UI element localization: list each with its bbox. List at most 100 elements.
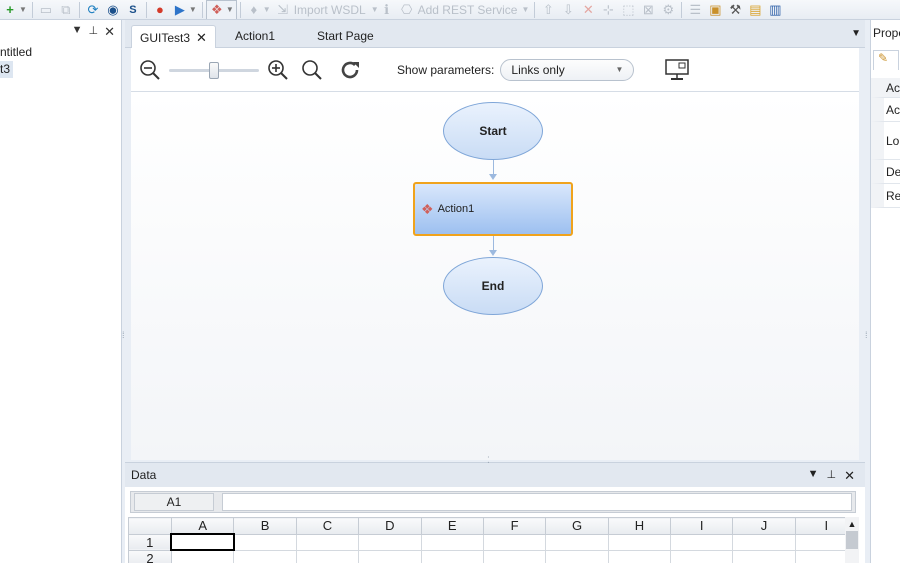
column-header[interactable]: C — [295, 517, 360, 535]
grid-cell[interactable] — [607, 533, 672, 551]
column-header[interactable]: H — [607, 517, 672, 535]
tab-action1[interactable]: Action1 — [227, 25, 283, 48]
refresh-canvas-button[interactable] — [337, 57, 363, 83]
grid-cell[interactable] — [295, 533, 360, 551]
panel-menu-icon[interactable]: ▼ — [72, 24, 83, 40]
panel-menu-icon[interactable]: ▼ — [808, 468, 819, 484]
grid-cell[interactable] — [170, 549, 235, 563]
scroll-thumb[interactable] — [846, 531, 858, 549]
tree-item-solution[interactable]: ntitled — [0, 44, 32, 61]
solution-tree: ntitled t3 — [0, 44, 32, 78]
grid-cell[interactable] — [358, 533, 422, 551]
settings-button[interactable]: ⚙ — [658, 0, 678, 19]
import-options-button[interactable]: ▼ ℹ — [368, 0, 397, 19]
object-repository-button[interactable]: ▣ — [705, 0, 725, 19]
start-node[interactable]: Start — [443, 102, 543, 160]
action-node[interactable]: ❖ Action1 — [413, 182, 573, 236]
scroll-up-icon[interactable]: ▲ — [845, 517, 859, 531]
copy-button[interactable]: ⧉ — [56, 0, 76, 19]
object-spy-button[interactable]: ◉ — [103, 0, 123, 19]
select-button[interactable]: ⬚ — [618, 0, 638, 19]
grid-cell[interactable] — [482, 549, 547, 563]
tools-button[interactable]: ⚒ — [725, 0, 745, 19]
monitor-button[interactable] — [664, 57, 690, 83]
book-button[interactable]: ▥ — [765, 0, 785, 19]
row-header[interactable]: 2 — [128, 549, 172, 563]
column-header[interactable]: B — [233, 517, 297, 535]
move-up-button[interactable]: ⇧ — [538, 0, 558, 19]
grid-cell[interactable] — [670, 549, 734, 563]
grid-cell[interactable] — [233, 549, 297, 563]
close-icon[interactable]: ✕ — [844, 468, 855, 484]
grid-cell[interactable] — [732, 533, 796, 551]
sync-button[interactable]: S — [123, 0, 143, 19]
tab-start-page[interactable]: Start Page — [309, 25, 382, 48]
properties-tab-icon[interactable]: ✎ — [873, 50, 899, 70]
add-action-button[interactable]: ❖ ▼ — [205, 0, 237, 19]
zoom-slider[interactable] — [169, 60, 259, 80]
zoom-in-button[interactable] — [265, 57, 291, 83]
transform-icon: ⊠ — [642, 1, 654, 17]
close-icon[interactable]: ✕ — [104, 24, 115, 40]
add-rest-service-button[interactable]: ⎔ Add REST Service ▼ — [397, 0, 532, 19]
close-icon[interactable]: ✕ — [196, 30, 207, 45]
formula-input[interactable] — [222, 493, 852, 511]
column-header[interactable]: I — [670, 517, 734, 535]
grid-corner[interactable] — [128, 517, 172, 535]
grid-cell[interactable] — [732, 549, 796, 563]
refresh-button[interactable]: ⟳ — [83, 0, 103, 19]
grid-cell[interactable] — [233, 533, 297, 551]
grid-cell[interactable] — [482, 533, 547, 551]
tabs-menu-icon[interactable]: ▼ — [851, 28, 861, 39]
import-wsdl-button[interactable]: ⇲ Import WSDL — [273, 0, 368, 19]
properties-grid: Ac Ac Lo De Re — [871, 78, 900, 208]
run-button[interactable]: ▶ ▼ — [170, 0, 199, 19]
pin-icon[interactable]: ⊥ — [89, 24, 99, 40]
grid-cell[interactable] — [295, 549, 360, 563]
property-row[interactable]: Lo — [871, 122, 900, 160]
column-header[interactable]: G — [545, 517, 609, 535]
folder-button[interactable]: ▤ — [745, 0, 765, 19]
column-header[interactable]: D — [358, 517, 422, 535]
property-row[interactable]: Ac — [871, 98, 900, 122]
new-button[interactable]: + ▼ — [0, 0, 29, 19]
grid-cell-active[interactable] — [170, 533, 235, 551]
cell-reference[interactable]: A1 — [134, 493, 214, 511]
zoom-out-button[interactable] — [137, 57, 163, 83]
tab-guitest3[interactable]: GUITest3 ✕ — [131, 25, 216, 49]
wsdl-icon: ℹ — [384, 1, 390, 17]
grid-cell[interactable] — [420, 549, 484, 563]
grid-cell[interactable] — [545, 533, 609, 551]
record-button[interactable]: ● — [150, 0, 170, 19]
tree-item-test[interactable]: t3 — [0, 61, 14, 78]
show-parameters-select[interactable]: Links only ▼ — [500, 58, 635, 81]
grid-cell[interactable] — [358, 549, 422, 563]
breakpoint-button[interactable]: ♦ ▼ — [244, 0, 273, 19]
delete-button[interactable]: ✕ — [578, 0, 598, 19]
grid-cell[interactable] — [670, 533, 734, 551]
grid-cell[interactable] — [545, 549, 609, 563]
repository-icon: ▣ — [709, 1, 722, 17]
fit-to-window-button[interactable] — [299, 57, 325, 83]
pin-icon[interactable]: ⊥ — [827, 468, 837, 484]
plus-icon: + — [6, 1, 14, 17]
grid-cell[interactable] — [607, 549, 672, 563]
column-header[interactable]: A — [170, 517, 235, 535]
move-down-button[interactable]: ⇩ — [558, 0, 578, 19]
zoom-thumb[interactable] — [209, 61, 219, 79]
transform-button[interactable]: ⊠ — [638, 0, 658, 19]
flow-canvas[interactable]: Start ❖ Action1 End — [131, 92, 859, 460]
list-button[interactable]: ☰ — [685, 0, 705, 19]
layout-button[interactable]: ⊹ — [598, 0, 618, 19]
property-row[interactable]: De — [871, 160, 900, 184]
grid-cell[interactable] — [420, 533, 484, 551]
property-row[interactable]: Re — [871, 184, 900, 208]
end-node[interactable]: End — [443, 257, 543, 315]
column-header[interactable]: E — [420, 517, 484, 535]
row-header[interactable]: 1 — [128, 533, 172, 551]
property-row[interactable]: Ac — [871, 78, 900, 98]
save-button[interactable]: ▭ — [36, 0, 56, 19]
column-header[interactable]: F — [482, 517, 547, 535]
vertical-scrollbar[interactable]: ▲ — [845, 517, 859, 563]
column-header[interactable]: J — [732, 517, 796, 535]
